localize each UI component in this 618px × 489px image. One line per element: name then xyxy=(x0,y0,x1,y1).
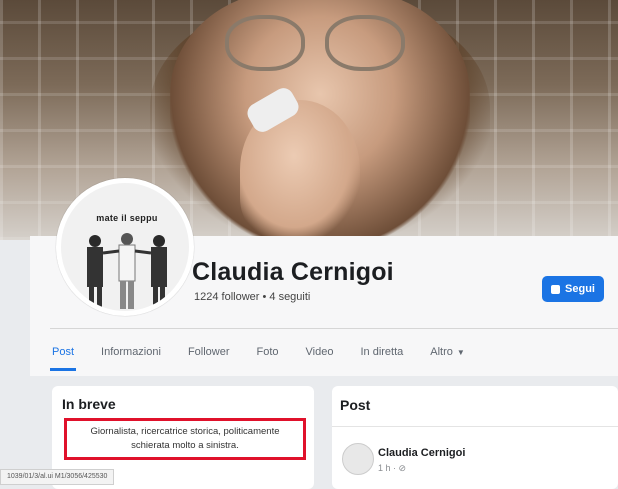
post-author-name[interactable]: Claudia Cernigoi xyxy=(378,447,465,459)
tab-video-label: Video xyxy=(305,346,334,358)
tab-video[interactable]: Video xyxy=(306,335,334,369)
profile-follower-count[interactable]: 1224 follower • 4 seguiti xyxy=(194,291,310,303)
tab-foto-label: Foto xyxy=(256,346,279,358)
profile-avatar[interactable]: mate il seppu xyxy=(56,178,194,316)
tab-post[interactable]: Post xyxy=(49,335,77,371)
tab-informazioni-label: Informazioni xyxy=(101,346,161,358)
profile-tabs: Post Informazioni Follower Foto Video In… xyxy=(49,332,492,372)
tab-in-diretta[interactable]: In diretta xyxy=(360,335,403,369)
post-timestamp[interactable]: 1 h · ⊘ xyxy=(378,463,406,474)
avatar-caption: mate il seppu xyxy=(96,213,158,223)
tab-follower[interactable]: Follower xyxy=(188,335,230,369)
chevron-down-icon: ▼ xyxy=(456,347,465,357)
follow-icon xyxy=(551,284,561,294)
status-bar-url: 1039/01/3/al.ui M1/3056/425530 xyxy=(0,469,115,485)
tab-post-label: Post xyxy=(52,346,75,358)
intro-bio: Giornalista, ricercatrice storica, polit… xyxy=(64,418,306,460)
posts-panel xyxy=(332,386,618,489)
profile-name: Claudia Cernigoi xyxy=(192,258,394,286)
post-author-avatar[interactable] xyxy=(342,443,374,475)
tab-in-diretta-label: In diretta xyxy=(360,346,404,358)
posts-title: Post xyxy=(340,397,371,413)
tab-altro[interactable]: Altro ▼ xyxy=(430,335,465,369)
intro-title: In breve xyxy=(62,396,116,412)
tab-altro-label: Altro xyxy=(430,346,453,358)
avatar-people-image xyxy=(87,233,167,309)
header-divider xyxy=(50,328,618,329)
cover-glasses xyxy=(225,15,405,75)
follow-button[interactable]: Segui xyxy=(542,276,604,302)
posts-divider xyxy=(332,426,618,427)
follow-button-label: Segui xyxy=(565,283,595,295)
tab-foto[interactable]: Foto xyxy=(257,335,279,369)
tab-informazioni[interactable]: Informazioni xyxy=(101,335,161,369)
tab-follower-label: Follower xyxy=(187,346,230,358)
